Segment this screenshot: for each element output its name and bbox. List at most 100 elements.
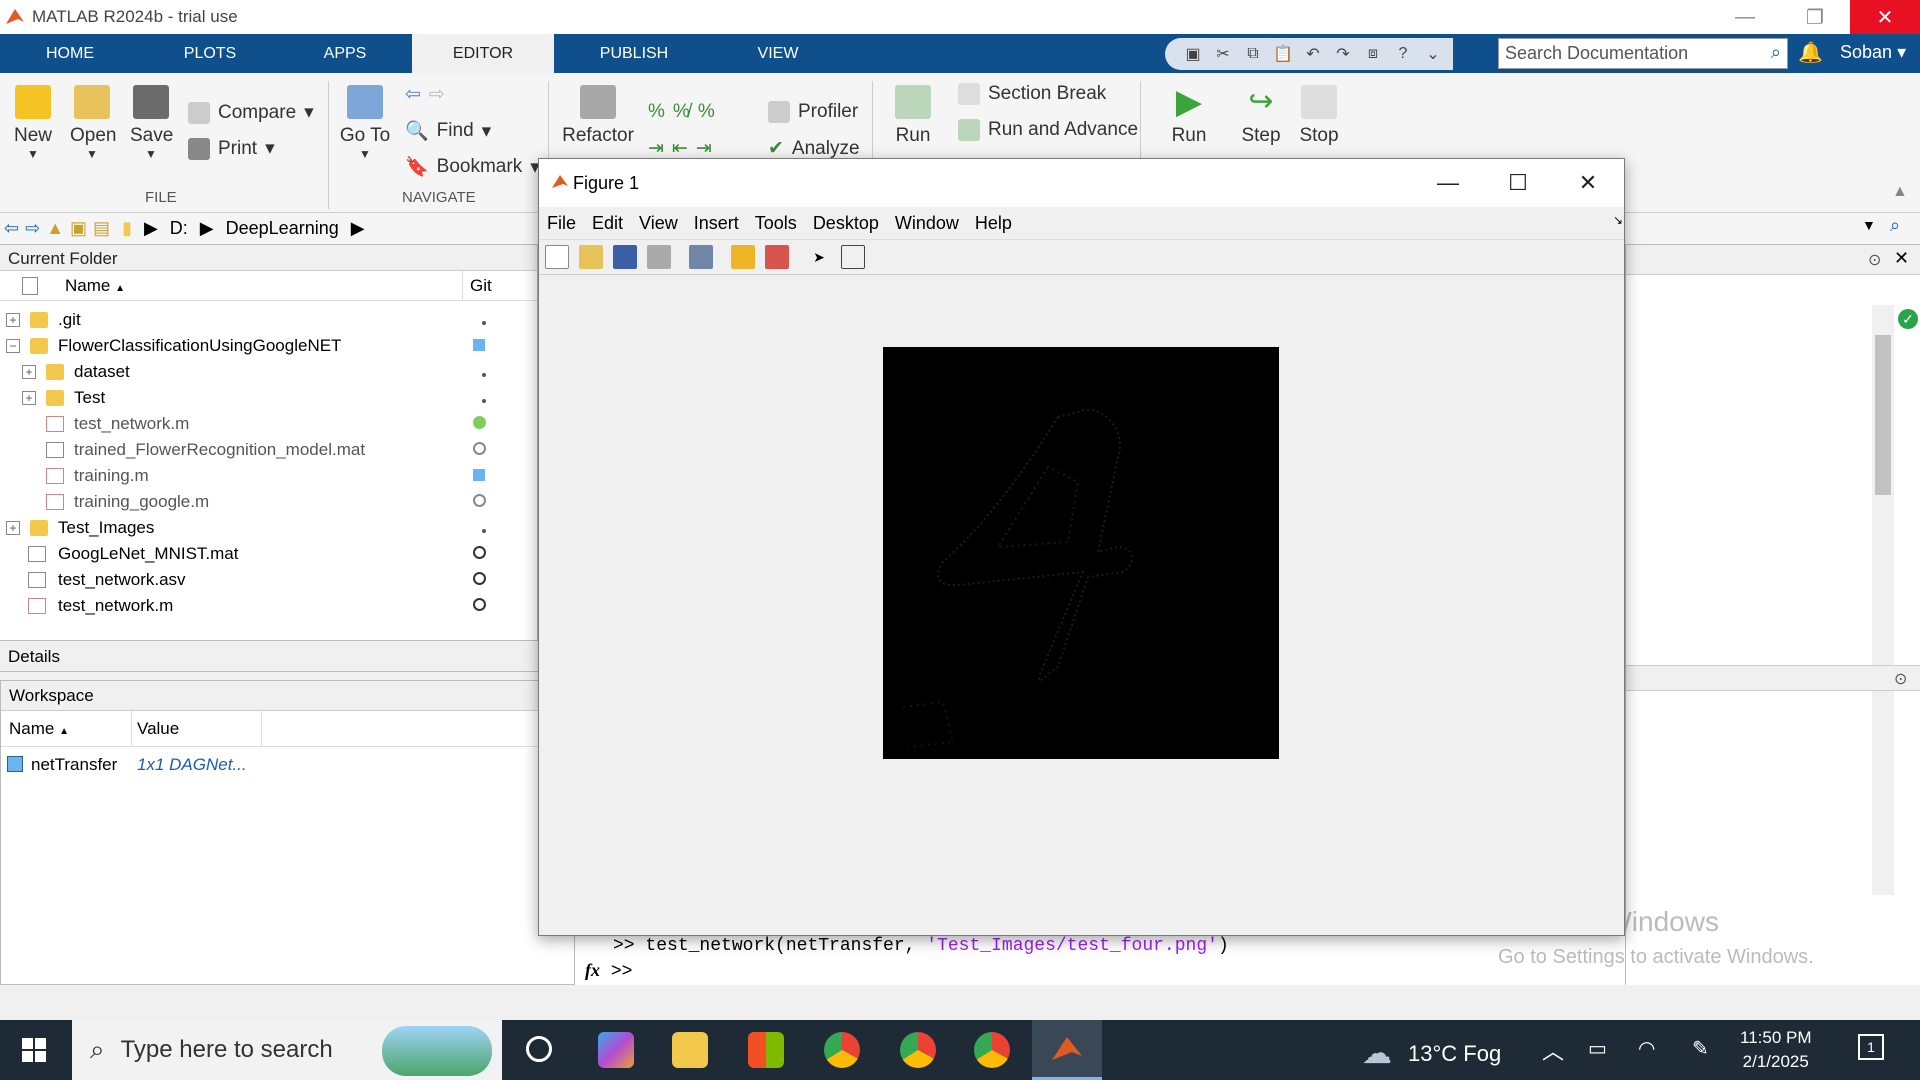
bookmark-button[interactable]: 🔖 Bookmark ▾: [405, 155, 540, 179]
up-folder-icon[interactable]: ▲: [46, 218, 64, 239]
section-break-button[interactable]: Section Break: [958, 83, 1106, 105]
ws-name-column-header[interactable]: Name ▲: [9, 719, 69, 739]
close-button[interactable]: ✕: [1850, 0, 1920, 34]
file-explorer-icon[interactable]: [672, 1032, 708, 1068]
tab-publish[interactable]: PUBLISH: [584, 34, 684, 73]
list-item[interactable]: trained_FlowerRecognition_model.mat: [0, 437, 538, 463]
chrome-icon[interactable]: [824, 1032, 860, 1068]
taskbar-clock[interactable]: 11:50 PM 2/1/2025: [1740, 1026, 1812, 1074]
chrome-profile-icon[interactable]: [974, 1032, 1010, 1068]
menu-insert[interactable]: Insert: [694, 213, 739, 234]
name-column-header[interactable]: Name ▲: [65, 276, 125, 296]
menu-edit[interactable]: Edit: [592, 213, 623, 234]
address-dropdown-icon[interactable]: ▼: [1862, 217, 1876, 233]
paste-icon[interactable]: 📋: [1271, 43, 1295, 65]
forward-icon[interactable]: ⇨: [25, 218, 40, 239]
customize-icon[interactable]: ⌄: [1421, 43, 1445, 65]
close-panel-icon[interactable]: ✕: [1894, 248, 1909, 269]
breadcrumb-drive[interactable]: D:: [170, 218, 188, 239]
open-file-icon[interactable]: [579, 245, 603, 269]
list-item[interactable]: test_network.asv: [0, 567, 538, 593]
analyze-button[interactable]: ✔ Analyze: [768, 137, 860, 160]
menu-help[interactable]: Help: [975, 213, 1012, 234]
weather-widget[interactable]: ☁ 13°C Fog: [1362, 1036, 1501, 1071]
matlab-taskbar-button[interactable]: [1032, 1020, 1102, 1080]
insert-colorbar-icon[interactable]: [731, 245, 755, 269]
menu-window[interactable]: Window: [895, 213, 959, 234]
undo-icon[interactable]: ↶: [1301, 43, 1325, 65]
list-item[interactable]: test_network.m: [0, 411, 538, 437]
run-and-advance-button[interactable]: Run and Advance: [958, 119, 1138, 141]
open-button[interactable]: Open ▼: [70, 85, 116, 161]
insert-legend-icon[interactable]: [765, 245, 789, 269]
menu-view[interactable]: View: [639, 213, 678, 234]
tab-view[interactable]: VIEW: [728, 34, 828, 73]
windows-start-icon[interactable]: [22, 1038, 46, 1062]
search-documentation-input[interactable]: Search Documentation ⌕: [1498, 38, 1788, 69]
run-button[interactable]: ▶ Run: [1162, 85, 1216, 147]
save-figure-icon[interactable]: [613, 245, 637, 269]
switch-windows-icon[interactable]: ⧈: [1361, 43, 1385, 65]
step-button[interactable]: ↪ Step: [1234, 85, 1288, 147]
refactor-button[interactable]: Refactor: [562, 85, 634, 147]
cut-icon[interactable]: ✂: [1211, 43, 1235, 65]
taskbar-search-box[interactable]: ⌕ Type here to search: [72, 1020, 502, 1080]
list-item[interactable]: training.m: [0, 463, 538, 489]
details-panel[interactable]: Details: [0, 640, 538, 672]
dock-figure-icon[interactable]: ↘: [1613, 213, 1623, 227]
panel-menu-icon[interactable]: ⊙: [1868, 250, 1881, 270]
menu-tools[interactable]: Tools: [755, 213, 797, 234]
show-hidden-icons-icon[interactable]: ︿: [1542, 1034, 1564, 1066]
user-menu[interactable]: Soban ▾: [1840, 42, 1906, 63]
ws-value-column-header[interactable]: Value: [137, 719, 179, 739]
stop-button[interactable]: Stop: [1292, 85, 1346, 147]
link-plot-icon[interactable]: [689, 245, 713, 269]
notification-center-icon[interactable]: 1: [1858, 1034, 1884, 1060]
panel-menu-icon[interactable]: ⊙: [1894, 669, 1907, 689]
collapse-icon[interactable]: −: [6, 339, 20, 353]
indent-buttons[interactable]: ⇥ ⇤ ⇥: [648, 137, 712, 160]
restore-button[interactable]: ❐: [1780, 0, 1850, 34]
property-editor-icon[interactable]: [841, 245, 865, 269]
save-file-button[interactable]: Save ▼: [130, 85, 173, 161]
tab-home[interactable]: HOME: [20, 34, 120, 73]
code-analyzer-ok-icon[interactable]: ✓: [1898, 309, 1918, 329]
list-item[interactable]: training_google.m: [0, 489, 538, 515]
help-icon[interactable]: ?: [1391, 43, 1415, 65]
list-item[interactable]: + Test_Images: [0, 515, 538, 541]
search-folder-icon[interactable]: ⌕: [1890, 215, 1900, 236]
expand-icon[interactable]: +: [22, 365, 36, 379]
comment-buttons[interactable]: % %̸%: [648, 101, 715, 123]
minimize-button[interactable]: —: [1710, 0, 1780, 34]
copilot-icon[interactable]: [598, 1032, 634, 1068]
git-column-header[interactable]: Git: [470, 276, 492, 296]
tab-apps[interactable]: APPS: [295, 34, 395, 73]
tab-plots[interactable]: PLOTS: [160, 34, 260, 73]
goto-button[interactable]: Go To ▼: [338, 85, 392, 161]
menu-desktop[interactable]: Desktop: [813, 213, 879, 234]
run-section-button[interactable]: Run: [888, 85, 938, 147]
list-item[interactable]: + Test: [0, 385, 538, 411]
print-figure-icon[interactable]: [647, 245, 671, 269]
expand-icon[interactable]: +: [22, 391, 36, 405]
chrome-icon[interactable]: [900, 1032, 936, 1068]
tab-editor[interactable]: EDITOR: [412, 34, 554, 73]
scrollbar-thumb[interactable]: [1875, 335, 1891, 495]
menu-file[interactable]: File: [547, 213, 576, 234]
command-window[interactable]: >> test_network(netTransfer, 'Test_Image…: [575, 930, 1625, 985]
save-icon[interactable]: ▣: [1181, 43, 1205, 65]
editor-scrollbar[interactable]: [1872, 305, 1894, 895]
list-item[interactable]: test_network.m: [0, 593, 538, 619]
figure-minimize-button[interactable]: —: [1415, 159, 1481, 207]
figure-close-button[interactable]: ✕: [1555, 159, 1621, 207]
fx-icon[interactable]: fx: [585, 960, 600, 980]
pointer-icon[interactable]: ➤: [807, 245, 831, 269]
notification-bell-icon[interactable]: 🔔: [1798, 40, 1823, 65]
list-item[interactable]: + .git: [0, 307, 538, 333]
browse-icon[interactable]: ▤: [93, 218, 110, 239]
browse-folder-icon[interactable]: ▣: [70, 218, 87, 239]
breadcrumb-folder[interactable]: DeepLearning: [226, 218, 339, 239]
list-item[interactable]: − FlowerClassificationUsingGoogleNET: [0, 333, 538, 359]
collapse-toolstrip-icon[interactable]: ▲: [1892, 183, 1908, 201]
compare-button[interactable]: Compare ▾: [188, 101, 314, 124]
